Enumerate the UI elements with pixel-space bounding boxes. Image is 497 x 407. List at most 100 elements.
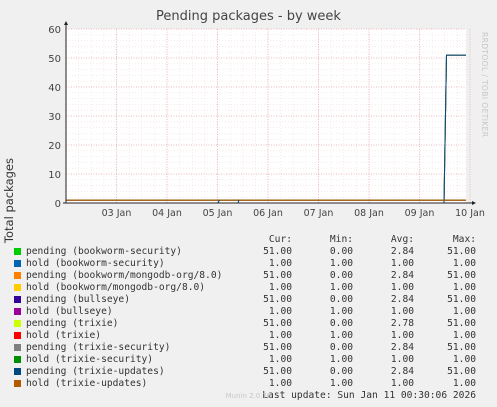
legend-max-value: 1.00 [452,330,476,341]
legend-min-value: 0.00 [329,366,353,377]
x-tick-label: 09 Jan [405,208,435,219]
header-avg: Avg: [390,234,414,245]
legend-avg-value: 1.00 [390,258,414,269]
legend-cur-value: 1.00 [268,378,292,389]
legend-series-name: pending (bookworm/mongodb-org/8.0) [26,270,223,281]
legend-row: pending (bookworm-security) 51.00 0.00 2.84… [12,246,492,258]
munin-version: Munin 2.0.76 [225,392,272,400]
legend-swatch [14,332,21,339]
legend-series-name: pending (trixie) [26,318,119,329]
legend-swatch [14,320,21,327]
x-tick-label: 08 Jan [354,208,384,219]
legend-row: pending (trixie) 51.00 0.00 2.78 51.00 [12,318,492,330]
legend-series-name: hold (bookworm-security) [26,258,165,269]
legend-series-name: pending (trixie-security) [26,342,171,353]
legend-cur-value: 1.00 [268,282,292,293]
legend-max-value: 51.00 [447,246,476,257]
legend-series-name: pending (bullseye) [26,294,130,305]
legend-cur-value: 51.00 [263,246,292,257]
legend-min-value: 0.00 [329,342,353,353]
legend-cur-value: 51.00 [263,270,292,281]
legend-avg-value: 2.84 [390,246,414,257]
legend-max-value: 51.00 [447,366,476,377]
legend-series-name: hold (bookworm/mongodb-org/8.0) [26,282,206,293]
legend-avg-value: 2.84 [390,270,414,281]
legend-swatch [14,380,21,387]
legend-avg-value: 1.00 [390,330,414,341]
legend-swatch [14,368,21,375]
legend-min-value: 1.00 [329,378,353,389]
header-min: Min: [329,234,353,245]
x-tick-label: 04 Jan [152,208,182,219]
header-cur: Cur: [268,234,292,245]
legend-avg-value: 2.84 [390,342,414,353]
legend-cur-value: 51.00 [263,366,292,377]
legend-cur-value: 1.00 [268,330,292,341]
legend-min-value: 1.00 [329,306,353,317]
y-tick-label: 0 [55,199,61,210]
legend-min-value: 1.00 [329,330,353,341]
legend-series-name: hold (bullseye) [26,306,113,317]
legend-swatch [14,356,21,363]
legend-series-name: pending (trixie-updates) [26,366,165,377]
legend-avg-value: 2.78 [390,318,414,329]
legend-avg-value: 2.84 [390,366,414,377]
legend-header: Cur: Min: Avg: Max: [12,234,492,246]
header-max: Max: [452,234,476,245]
legend-row: hold (trixie) 1.00 1.00 1.00 1.00 [12,330,492,342]
legend-series-name: hold (trixie-security) [26,354,154,365]
y-tick-label: 10 [48,170,61,181]
legend-cur-value: 1.00 [268,306,292,317]
legend-swatch [14,308,21,315]
legend-row: pending (trixie-updates) 51.00 0.00 2.84 51.… [12,366,492,378]
legend-max-value: 51.00 [447,270,476,281]
legend-max-value: 1.00 [452,282,476,293]
legend-cur-value: 51.00 [263,294,292,305]
legend-swatch [14,272,21,279]
y-tick-label: 60 [48,25,61,36]
legend-min-value: 1.00 [329,354,353,365]
legend: Cur: Min: Avg: Max: pending (bookworm-se… [12,234,492,402]
legend-avg-value: 2.84 [390,294,414,305]
legend-avg-value: 1.00 [390,306,414,317]
y-tick-label: 30 [48,112,61,123]
legend-swatch [14,296,21,303]
legend-row: pending (bullseye) 51.00 0.00 2.84 51.00 [12,294,492,306]
legend-series-name: pending (bookworm-security) [26,246,182,257]
legend-min-value: 0.00 [329,246,353,257]
x-tick-label: 06 Jan [253,208,283,219]
legend-row: pending (bookworm/mongodb-org/8.0) 51.00 0… [12,270,492,282]
legend-max-value: 51.00 [447,294,476,305]
legend-swatch [14,344,21,351]
legend-cur-value: 1.00 [268,258,292,269]
legend-swatch [14,284,21,291]
legend-cur-value: 51.00 [263,318,292,329]
legend-max-value: 1.00 [452,378,476,389]
legend-row: hold (bookworm/mongodb-org/8.0) 1.00 1.00 1… [12,282,492,294]
legend-row: hold (bullseye) 1.00 1.00 1.00 1.00 [12,306,492,318]
legend-min-value: 1.00 [329,282,353,293]
x-axis-arrow [472,201,476,205]
x-tick-label: 07 Jan [304,208,334,219]
legend-min-value: 1.00 [329,258,353,269]
legend-row: hold (trixie-updates) 1.00 1.00 1.00 1.00 [12,378,492,390]
legend-avg-value: 1.00 [390,378,414,389]
legend-cur-value: 51.00 [263,342,292,353]
legend-max-value: 51.00 [447,318,476,329]
legend-series-name: hold (trixie) [26,330,102,341]
legend-min-value: 0.00 [329,270,353,281]
y-tick-label: 40 [48,83,61,94]
y-axis-arrow [64,21,68,25]
legend-swatch [14,248,21,255]
legend-max-value: 1.00 [452,258,476,269]
legend-avg-value: 1.00 [390,354,414,365]
legend-max-value: 51.00 [447,342,476,353]
x-tick-label: 05 Jan [203,208,233,219]
legend-swatch [14,260,21,267]
legend-row: hold (trixie-security) 1.00 1.00 1.00 1.00 [12,354,492,366]
y-tick-label: 20 [48,141,61,152]
legend-avg-value: 1.00 [390,282,414,293]
legend-min-value: 0.00 [329,294,353,305]
legend-cur-value: 1.00 [268,354,292,365]
legend-max-value: 1.00 [452,354,476,365]
